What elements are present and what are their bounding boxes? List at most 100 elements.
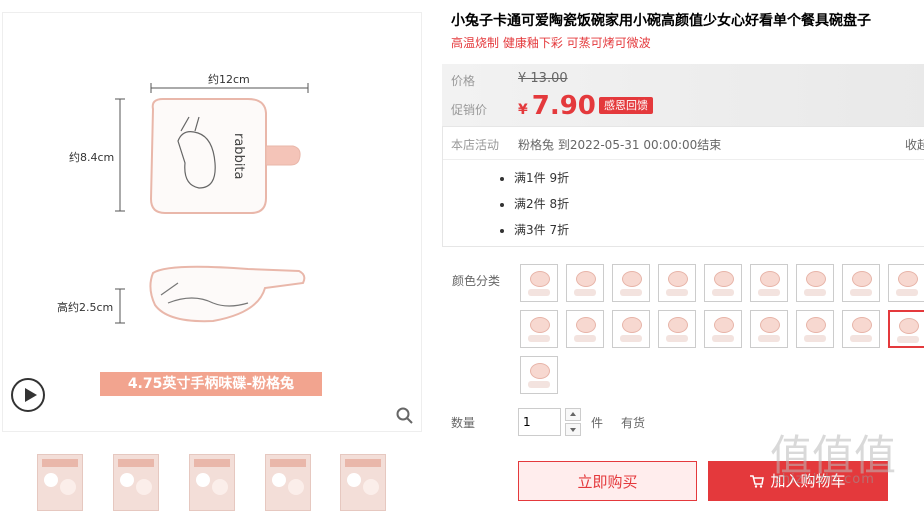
swatch-dish-image xyxy=(576,317,596,333)
color-swatch-14[interactable] xyxy=(704,310,742,348)
color-swatch-13[interactable] xyxy=(658,310,696,348)
color-swatch-6[interactable] xyxy=(750,264,788,302)
swatch-plate-image xyxy=(528,289,550,296)
swatch-dish-image xyxy=(899,318,919,334)
color-swatch-1[interactable] xyxy=(520,264,558,302)
swatch-dish-image xyxy=(668,271,688,287)
collapse-link[interactable]: 收起 xyxy=(905,136,924,153)
color-swatch-5[interactable] xyxy=(704,264,742,302)
thumbnail-2[interactable] xyxy=(113,454,159,511)
swatch-dish-image xyxy=(806,271,826,287)
price-label: 价格 xyxy=(451,74,476,88)
color-swatch-15[interactable] xyxy=(750,310,788,348)
store-activity-label: 本店活动 xyxy=(451,138,500,152)
quantity-unit: 件 xyxy=(591,416,604,430)
color-swatch-8[interactable] xyxy=(842,264,880,302)
swatch-dish-image xyxy=(852,271,872,287)
swatch-plate-image xyxy=(896,289,918,296)
quantity-input[interactable] xyxy=(518,408,561,436)
swatch-dish-image xyxy=(668,317,688,333)
watermark-site: zhizhizhi.com xyxy=(774,472,875,487)
discount-rule: 满1件 9折 xyxy=(514,165,569,191)
store-activity-header: 本店活动 粉格兔 到2022-05-31 00:00:00结束 收起 xyxy=(443,127,924,160)
swatch-dish-image xyxy=(760,317,780,333)
discount-rules: 满1件 9折 满2件 8折 满3件 7折 xyxy=(514,165,569,243)
image-caption: 4.75英寸手柄味碟-粉格兔 xyxy=(100,372,322,396)
height-dimension-label: 高约2.5cm xyxy=(57,301,114,314)
color-category-label: 颜色分类 xyxy=(452,274,501,288)
discount-rule: 满2件 8折 xyxy=(514,191,569,217)
width-dimension-label: 约12cm xyxy=(208,73,250,86)
thumbnail-1[interactable] xyxy=(37,454,83,511)
play-video-icon[interactable] xyxy=(11,378,45,412)
currency-symbol: ¥ xyxy=(518,102,528,118)
swatch-plate-image xyxy=(574,335,596,342)
stock-status: 有货 xyxy=(621,416,646,430)
swatch-plate-image xyxy=(620,289,642,296)
swatch-plate-image xyxy=(666,289,688,296)
swatch-dish-image xyxy=(622,271,642,287)
swatch-dish-image xyxy=(806,317,826,333)
watermark-logo-text: 值值值 xyxy=(770,431,896,476)
color-swatch-19[interactable] xyxy=(520,356,558,394)
swatch-plate-image xyxy=(804,289,826,296)
thumbnail-4[interactable] xyxy=(265,454,311,511)
swatch-dish-image xyxy=(530,363,550,379)
swatch-plate-image xyxy=(850,289,872,296)
price-panel xyxy=(442,64,924,126)
product-title: 小兔子卡通可爱陶瓷饭碗家用小碗高颜值少女心好看单个餐具碗盘子 xyxy=(451,13,871,29)
promo-price-label: 促销价 xyxy=(451,103,488,117)
color-swatch-3[interactable] xyxy=(612,264,650,302)
swatch-plate-image xyxy=(528,335,550,342)
dish-text: rabbita xyxy=(231,133,246,180)
original-price: ¥ 13.00 xyxy=(518,71,568,86)
swatch-dish-image xyxy=(852,317,872,333)
swatch-plate-image xyxy=(574,289,596,296)
store-activity-desc: 粉格兔 到2022-05-31 00:00:00结束 xyxy=(518,138,722,152)
color-swatch-11[interactable] xyxy=(566,310,604,348)
swatch-plate-image xyxy=(620,335,642,342)
swatch-plate-image xyxy=(712,335,734,342)
swatch-plate-image xyxy=(850,335,872,342)
color-swatch-7[interactable] xyxy=(796,264,834,302)
length-dimension-label: 约8.4cm xyxy=(69,151,115,164)
swatch-plate-image xyxy=(666,335,688,342)
swatch-dish-image xyxy=(576,271,596,287)
buy-now-button[interactable]: 立即购买 xyxy=(518,461,697,501)
discount-rule: 满3件 7折 xyxy=(514,217,569,243)
swatch-plate-image xyxy=(712,289,734,296)
swatch-plate-image xyxy=(528,381,550,388)
promo-price: ¥7.90 xyxy=(518,91,596,121)
color-swatch-10[interactable] xyxy=(520,310,558,348)
quantity-increase-button[interactable] xyxy=(565,408,581,421)
swatch-dish-image xyxy=(530,317,550,333)
swatch-dish-image xyxy=(898,271,918,287)
store-activity-panel: 本店活动 粉格兔 到2022-05-31 00:00:00结束 收起 满1件 9… xyxy=(442,126,924,247)
swatch-dish-image xyxy=(622,317,642,333)
thumbnail-5[interactable] xyxy=(340,454,386,511)
promo-price-value: 7.90 xyxy=(531,91,596,121)
swatch-plate-image xyxy=(758,335,780,342)
watermark-logo: 值值值 xyxy=(770,431,896,476)
color-swatch-9[interactable] xyxy=(888,264,924,302)
main-product-image[interactable]: rabbita 约12cm 约8.4cm 高约2.5cm xyxy=(2,12,422,432)
magnifier-icon[interactable] xyxy=(396,407,414,425)
swatch-plate-image xyxy=(804,335,826,342)
color-swatch-4[interactable] xyxy=(658,264,696,302)
swatch-dish-image xyxy=(714,317,734,333)
swatch-plate-image xyxy=(758,289,780,296)
swatch-plate-image xyxy=(897,336,919,343)
color-swatch-16[interactable] xyxy=(796,310,834,348)
color-swatch-12[interactable] xyxy=(612,310,650,348)
swatch-dish-image xyxy=(760,271,780,287)
quantity-decrease-button[interactable] xyxy=(565,423,581,436)
thumbnail-3[interactable] xyxy=(189,454,235,511)
promo-tag: 感恩回馈 xyxy=(599,97,653,114)
swatch-dish-image xyxy=(714,271,734,287)
color-swatch-18[interactable] xyxy=(888,310,924,348)
quantity-label: 数量 xyxy=(451,416,476,430)
color-swatch-17[interactable] xyxy=(842,310,880,348)
color-swatch-2[interactable] xyxy=(566,264,604,302)
cart-icon xyxy=(750,475,765,488)
swatch-dish-image xyxy=(530,271,550,287)
